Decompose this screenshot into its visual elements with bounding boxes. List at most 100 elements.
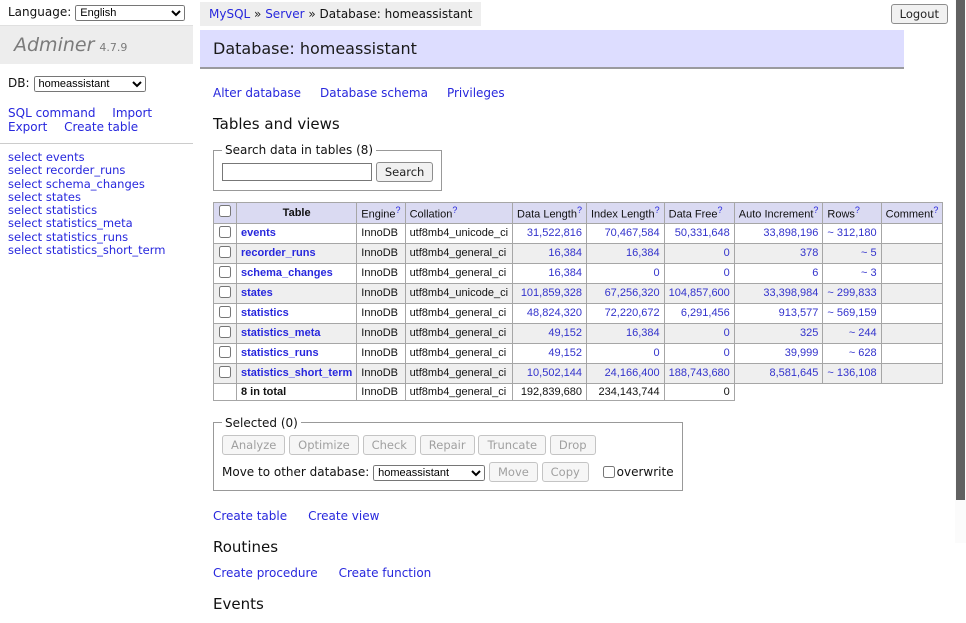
sidebar-link-select-schema-changes[interactable]: select schema_changes bbox=[8, 177, 145, 191]
index-length-cell: 0 bbox=[586, 343, 664, 363]
table-link-statistics-meta[interactable]: statistics_meta bbox=[241, 327, 321, 339]
sidebar-table-links: select eventsselect recorder_runsselect … bbox=[0, 151, 193, 256]
table-link-events[interactable]: events bbox=[241, 227, 276, 239]
column-help-link[interactable]: ? bbox=[452, 205, 457, 215]
column-help-link[interactable]: ? bbox=[718, 205, 723, 215]
sidebar-command-links: SQL command Import Export Create table bbox=[8, 106, 185, 134]
collation-cell: utf8mb4_general_ci bbox=[405, 363, 512, 383]
routines-links-row: Create procedure Create function bbox=[213, 566, 912, 580]
sidebar-link-select-statistics-meta[interactable]: select statistics_meta bbox=[8, 216, 133, 230]
link-create-table[interactable]: Create table bbox=[213, 509, 287, 523]
column-help-link[interactable]: ? bbox=[813, 205, 818, 215]
app-logo[interactable]: Adminer 4.7.9 bbox=[0, 25, 193, 64]
search-input[interactable] bbox=[222, 163, 372, 181]
row-checkbox[interactable] bbox=[219, 346, 231, 358]
row-checkbox[interactable] bbox=[219, 366, 231, 378]
main-panel: Database: homeassistant Alter databaseDa… bbox=[200, 30, 912, 623]
column-help-link[interactable]: ? bbox=[855, 205, 860, 215]
row-checkbox[interactable] bbox=[219, 246, 231, 258]
table-link-statistics-runs[interactable]: statistics_runs bbox=[241, 347, 319, 359]
sidebar-link-import[interactable]: Import bbox=[112, 106, 152, 120]
auto-increment-cell: 8,581,645 bbox=[734, 363, 823, 383]
app-version: 4.7.9 bbox=[99, 41, 127, 54]
select-all-cell bbox=[214, 203, 237, 224]
logout-button[interactable]: Logout bbox=[891, 4, 948, 24]
sidebar-link-select-recorder-runs[interactable]: select recorder_runs bbox=[8, 163, 125, 177]
column-header-rows: Rows? bbox=[823, 203, 881, 224]
total-engine-cell: InnoDB bbox=[357, 383, 405, 400]
sidebar-link-select-statistics-runs[interactable]: select statistics_runs bbox=[8, 230, 128, 244]
data-length-cell: 16,384 bbox=[513, 263, 587, 283]
vertical-scrollbar[interactable] bbox=[955, 0, 966, 543]
engine-cell: InnoDB bbox=[357, 263, 405, 283]
engine-cell: InnoDB bbox=[357, 243, 405, 263]
data-length-cell: 10,502,144 bbox=[513, 363, 587, 383]
select-all-checkbox[interactable] bbox=[219, 205, 231, 217]
engine-cell: InnoDB bbox=[357, 283, 405, 303]
sidebar-table-item: select schema_changes bbox=[8, 178, 193, 190]
row-checkbox[interactable] bbox=[219, 326, 231, 338]
column-help-link[interactable]: ? bbox=[933, 205, 938, 215]
sidebar-link-select-statistics-short-term[interactable]: select statistics_short_term bbox=[8, 243, 165, 257]
search-button[interactable]: Search bbox=[376, 162, 434, 182]
row-checkbox-cell bbox=[214, 363, 237, 383]
section-title-routines: Routines bbox=[213, 538, 912, 556]
table-link-statistics[interactable]: statistics bbox=[241, 307, 289, 319]
index-length-cell: 72,220,672 bbox=[586, 303, 664, 323]
column-header-index-length: Index Length? bbox=[586, 203, 664, 224]
table-name-cell: recorder_runs bbox=[237, 243, 357, 263]
section-title-events: Events bbox=[213, 595, 912, 613]
sidebar-link-sql-command[interactable]: SQL command bbox=[8, 106, 95, 120]
action-link-database-schema[interactable]: Database schema bbox=[320, 86, 428, 100]
overwrite-checkbox[interactable] bbox=[603, 466, 615, 478]
row-checkbox[interactable] bbox=[219, 306, 231, 318]
table-row-schema-changes: schema_changes InnoDButf8mb4_general_ci16… bbox=[214, 263, 943, 283]
breadcrumb-link-server[interactable]: Server bbox=[265, 7, 304, 21]
action-link-privileges[interactable]: Privileges bbox=[447, 86, 505, 100]
breadcrumb-link-mysql[interactable]: MySQL bbox=[209, 7, 250, 21]
scrollbar-thumb[interactable] bbox=[956, 0, 965, 500]
row-checkbox[interactable] bbox=[219, 226, 231, 238]
data-free-cell: 104,857,600 bbox=[664, 283, 734, 303]
table-name-cell: statistics_short_term bbox=[237, 363, 357, 383]
link-create-procedure[interactable]: Create procedure bbox=[213, 566, 318, 580]
action-link-alter-database[interactable]: Alter database bbox=[213, 86, 301, 100]
link-create-view[interactable]: Create view bbox=[308, 509, 379, 523]
table-name-cell: schema_changes bbox=[237, 263, 357, 283]
sidebar-table-item: select statistics_short_term bbox=[8, 244, 193, 256]
sidebar-link-select-states[interactable]: select states bbox=[8, 190, 81, 204]
table-row-statistics-meta: statistics_metaInnoDButf8mb4_general_ci4… bbox=[214, 323, 943, 343]
overwrite-option[interactable]: overwrite bbox=[599, 465, 674, 479]
sidebar-link-create-table[interactable]: Create table bbox=[64, 120, 138, 134]
table-link-recorder-runs[interactable]: recorder_runs bbox=[241, 247, 316, 259]
sidebar-link-export[interactable]: Export bbox=[8, 120, 47, 134]
engine-cell: InnoDB bbox=[357, 363, 405, 383]
sidebar-table-item: select events bbox=[8, 151, 193, 163]
data-free-cell: 6,291,456 bbox=[664, 303, 734, 323]
link-create-function[interactable]: Create function bbox=[339, 566, 432, 580]
row-checkbox[interactable] bbox=[219, 266, 231, 278]
table-link-schema-changes[interactable]: schema_changes bbox=[241, 267, 333, 279]
app-name[interactable]: Adminer bbox=[14, 34, 94, 56]
table-link-statistics-short-term[interactable]: statistics_short_term bbox=[241, 367, 352, 379]
column-help-link[interactable]: ? bbox=[655, 205, 660, 215]
row-checkbox-cell bbox=[214, 223, 237, 243]
selected-buttons-row: Analyze Optimize Check Repair Truncate D… bbox=[222, 435, 674, 455]
breadcrumb-current: Database: homeassistant bbox=[320, 7, 473, 21]
create-links-row: Create table Create view bbox=[213, 509, 912, 523]
column-help-link[interactable]: ? bbox=[396, 205, 401, 215]
move-database-select[interactable]: homeassistant bbox=[373, 465, 485, 481]
total-empty-cell bbox=[214, 383, 237, 400]
sidebar: Adminer4.7.9 DB:homeassistant SQL comman… bbox=[0, 0, 193, 257]
row-checkbox[interactable] bbox=[219, 286, 231, 298]
sidebar-link-select-events[interactable]: select events bbox=[8, 150, 85, 164]
column-help-link[interactable]: ? bbox=[577, 205, 582, 215]
db-select[interactable]: homeassistant bbox=[34, 76, 146, 92]
truncate-button: Truncate bbox=[478, 435, 546, 455]
auto-increment-cell: 6 bbox=[734, 263, 823, 283]
table-link-states[interactable]: states bbox=[241, 287, 273, 299]
column-header-collation: Collation? bbox=[405, 203, 512, 224]
rows-cell: ~ 136,108 bbox=[823, 363, 881, 383]
collation-cell: utf8mb4_general_ci bbox=[405, 263, 512, 283]
sidebar-link-select-statistics[interactable]: select statistics bbox=[8, 203, 97, 217]
